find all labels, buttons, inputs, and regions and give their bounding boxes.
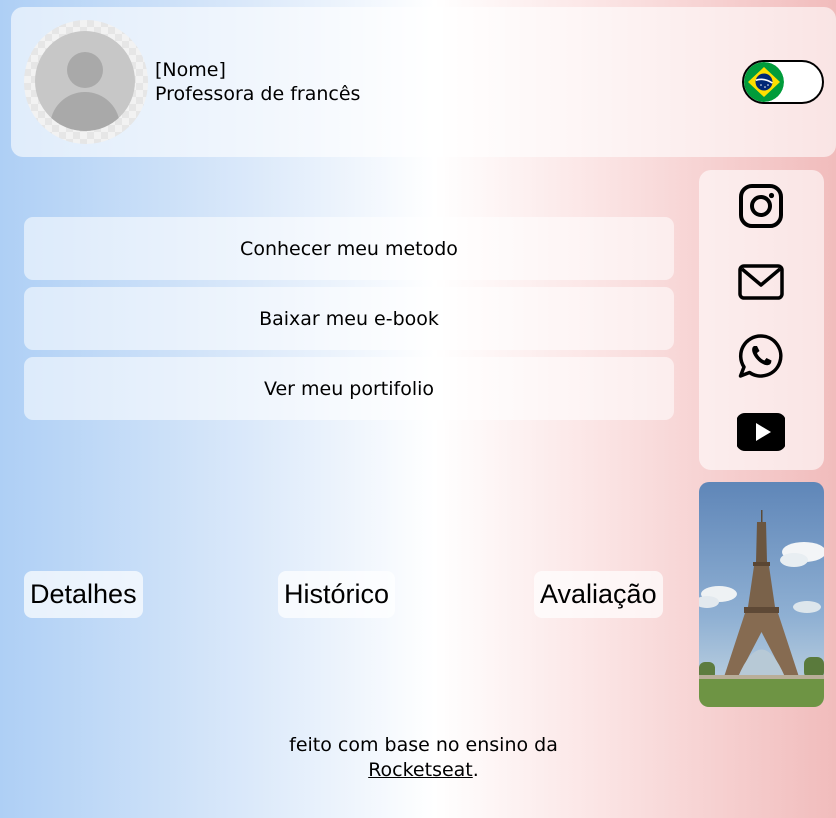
- avatar: [24, 20, 148, 144]
- profile-title: Professora de francês: [155, 83, 361, 105]
- social-links-panel: [699, 170, 824, 470]
- mail-icon[interactable]: [737, 258, 785, 306]
- footer-suffix: .: [472, 759, 479, 781]
- profile-name: [Nome]: [155, 59, 226, 81]
- ebook-link-button[interactable]: Baixar meu e-book: [24, 287, 674, 350]
- brazil-flag-icon: [744, 62, 784, 102]
- rocketseat-link[interactable]: Rocketseat: [368, 759, 473, 781]
- footer: feito com base no ensino da Rocketseat.: [250, 733, 597, 783]
- footer-link-line: Rocketseat.: [250, 758, 597, 783]
- link-list: Conhecer meu metodo Baixar meu e-book Ve…: [24, 217, 674, 427]
- tab-history[interactable]: Histórico: [278, 571, 396, 618]
- tab-details[interactable]: Detalhes: [24, 571, 143, 618]
- footer-text: feito com base no ensino da: [289, 734, 558, 756]
- language-toggle[interactable]: [742, 60, 824, 104]
- portfolio-link-button[interactable]: Ver meu portifolio: [24, 357, 674, 420]
- instagram-icon[interactable]: [737, 182, 785, 230]
- eiffel-tower-photo: [699, 482, 824, 707]
- profile-header: [Nome] Professora de francês: [11, 7, 836, 157]
- user-placeholder-icon: [35, 31, 135, 131]
- tab-reviews[interactable]: Avaliação: [534, 571, 663, 618]
- method-link-button[interactable]: Conhecer meu metodo: [24, 217, 674, 280]
- youtube-icon[interactable]: [736, 408, 786, 456]
- whatsapp-icon[interactable]: [737, 332, 785, 380]
